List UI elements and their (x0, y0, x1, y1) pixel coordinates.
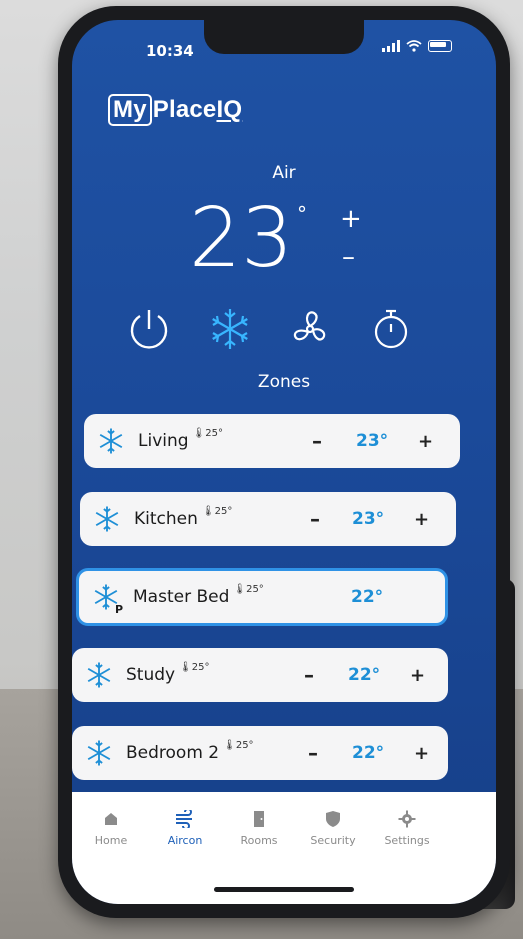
zone-decrease-button[interactable]: – (312, 429, 322, 453)
notch (204, 20, 364, 54)
home-indicator (214, 887, 354, 892)
zone-increase-button[interactable]: + (410, 665, 425, 686)
snowflake-icon (94, 426, 128, 456)
zone-sensor-temp: 🌡25° (192, 427, 223, 439)
zone-name: Master Bed (133, 587, 230, 607)
gear-icon (372, 808, 442, 830)
zone-name: Bedroom 2 (126, 743, 220, 763)
status-time: 10:34 (146, 42, 194, 60)
logo-iq: IQ (216, 96, 243, 123)
fan-mode-button[interactable] (285, 304, 335, 354)
zone-temperature: 22° (351, 587, 384, 607)
zone-row-bedroom-2[interactable]: Bedroom 2 🌡25° – 22° + (72, 726, 448, 780)
fan-icon (294, 311, 326, 341)
timer-icon (374, 309, 408, 349)
nav-label: Home (94, 834, 128, 847)
snowflake-icon (211, 309, 248, 349)
zone-row-master-bed[interactable]: P Master Bed 🌡25° 22° (76, 568, 448, 626)
zone-temperature: 22° (348, 665, 381, 685)
zone-sensor-temp: 🌡25° (223, 739, 254, 751)
nav-label: Aircon (167, 834, 203, 847)
nav-aircon[interactable]: Aircon (150, 808, 220, 847)
zone-row-kitchen[interactable]: Kitchen 🌡25° – 23° + (80, 492, 456, 546)
snowflake-icon (90, 504, 124, 534)
snowflake-icon (82, 660, 116, 690)
zone-decrease-button[interactable]: – (310, 507, 320, 531)
phone-device: 10:34 My PlaceIQ Air 23 ° + – Zones Livi… (58, 6, 510, 918)
cool-mode-button[interactable] (205, 304, 255, 354)
air-increase-button[interactable]: + (340, 204, 362, 234)
zone-increase-button[interactable]: + (418, 431, 433, 452)
zone-increase-button[interactable]: + (414, 743, 429, 764)
wind-icon (150, 808, 220, 830)
logo-place: Place (152, 96, 217, 123)
nav-security[interactable]: Security (298, 808, 368, 847)
nav-label: Settings (384, 834, 430, 847)
zone-sensor-temp: 🌡25° (179, 661, 210, 673)
air-temperature: 23 (189, 191, 294, 286)
zone-row-living[interactable]: Living 🌡25° – 23° + (84, 414, 460, 468)
myplaceiq-logo: My PlaceIQ (108, 94, 242, 126)
zone-name: Living (138, 431, 189, 451)
nav-rooms[interactable]: Rooms (224, 808, 294, 847)
zone-decrease-button[interactable]: – (308, 741, 318, 765)
zone-sensor-temp: 🌡25° (201, 505, 233, 517)
wifi-icon (406, 40, 422, 52)
snowflake-icon (82, 738, 116, 768)
shield-icon (298, 808, 368, 830)
zone-temperature: 23° (356, 431, 389, 451)
home-icon (76, 808, 146, 830)
battery-icon (428, 40, 452, 52)
zone-temperature: 22° (352, 743, 385, 763)
mode-controls (124, 304, 416, 354)
nav-home[interactable]: Home (76, 808, 146, 847)
door-icon (224, 808, 294, 830)
power-icon (130, 310, 168, 349)
air-label: Air (272, 163, 296, 183)
nav-label: Rooms (240, 834, 278, 847)
zone-name: Study (126, 665, 176, 685)
logo-my: My (108, 94, 152, 126)
air-degree-symbol: ° (297, 202, 307, 226)
zone-sensor-temp: 🌡25° (233, 583, 264, 595)
zone-increase-button[interactable]: + (414, 509, 429, 530)
zone-decrease-button[interactable]: – (304, 663, 314, 687)
nav-label: Security (310, 834, 356, 847)
zones-label: Zones (257, 372, 311, 392)
cellular-signal-icon (382, 40, 400, 52)
nav-settings[interactable]: Settings (372, 808, 442, 847)
zone-badge: P (114, 603, 123, 616)
power-button[interactable] (124, 304, 174, 354)
snowflake-icon: P (89, 582, 123, 616)
app-screen: 10:34 My PlaceIQ Air 23 ° + – Zones Livi… (72, 20, 496, 904)
zone-row-study[interactable]: Study 🌡25° – 22° + (72, 648, 448, 702)
zone-name: Kitchen (134, 509, 198, 529)
air-decrease-button[interactable]: – (342, 242, 355, 272)
status-icons (382, 40, 452, 52)
bottom-navigation: Home Aircon Rooms Security Settings (72, 792, 496, 904)
timer-button[interactable] (366, 304, 416, 354)
zone-temperature: 23° (352, 509, 385, 529)
